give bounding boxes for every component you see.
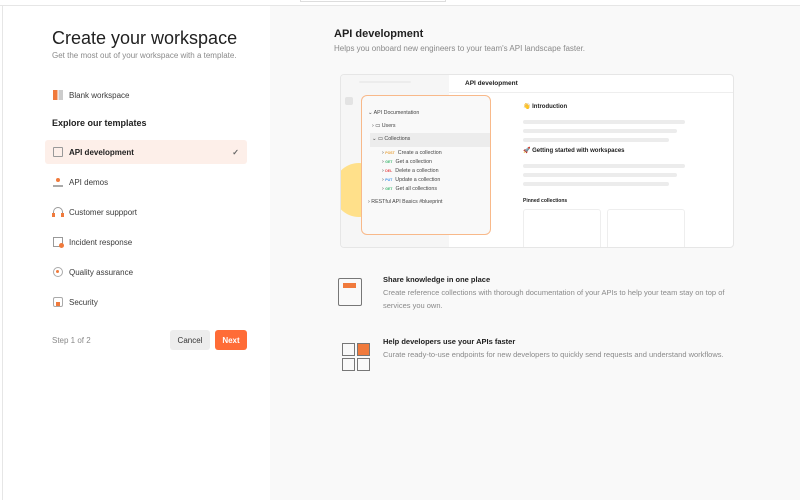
document-icon — [53, 147, 63, 157]
collection-tree: ⌄ API Documentation › ▭ Users ⌄ ▭ Collec… — [361, 95, 491, 235]
template-label: API demos — [69, 177, 109, 187]
template-api-demos[interactable]: API demos — [45, 170, 247, 194]
alert-window-icon — [53, 237, 64, 248]
preview-getting-started-heading: 🚀 Getting started with workspaces — [523, 148, 625, 154]
feature-description: Create reference collections with thorou… — [383, 288, 725, 310]
preview-pinned-heading: Pinned collections — [523, 198, 568, 204]
template-quality-assurance[interactable]: Quality assurance — [45, 260, 247, 284]
template-label: API development — [69, 147, 134, 157]
check-icon: ✓ — [232, 147, 239, 157]
template-security[interactable]: Security — [45, 290, 247, 314]
tree-request: Update a collection — [395, 177, 441, 183]
preview-header: API development — [449, 75, 733, 93]
tree-folder: Collections — [384, 136, 411, 142]
method-tag: PUT — [385, 178, 393, 182]
method-tag: DEL — [385, 169, 393, 173]
pinned-card — [523, 209, 601, 247]
target-icon — [53, 267, 63, 277]
page-subtitle: Get the most out of your workspace with … — [52, 51, 237, 60]
page-title: Create your workspace — [52, 28, 238, 48]
template-label: Incident response — [69, 237, 133, 247]
grid-icon — [53, 90, 63, 100]
template-label: Customer suppport — [69, 207, 138, 217]
template-title: API development — [334, 28, 424, 40]
tree-request: Delete a collection — [395, 168, 439, 174]
tree-request: Get all collections — [395, 186, 437, 192]
tree-collection: RESTful API Basics #blueprint — [371, 199, 443, 205]
book-icon — [338, 278, 362, 306]
feature-title: Share knowledge in one place — [383, 275, 491, 284]
templates-heading: Explore our templates — [52, 118, 147, 128]
method-tag: GET — [385, 187, 393, 191]
method-tag: POST — [385, 151, 395, 155]
blank-workspace-label: Blank workspace — [69, 90, 130, 100]
tree-request: Get a collection — [395, 159, 432, 165]
template-incident-response[interactable]: Incident response — [45, 230, 247, 254]
template-label: Quality assurance — [69, 267, 134, 277]
blank-workspace-option[interactable]: Blank workspace — [45, 83, 247, 107]
pinned-card — [607, 209, 685, 247]
headset-icon — [52, 207, 64, 217]
template-list-panel: Create your workspace Get the most out o… — [2, 6, 270, 500]
template-api-development[interactable]: API development ✓ — [45, 140, 247, 164]
tree-root: API Documentation — [373, 110, 420, 116]
tree-request: Create a collection — [397, 150, 442, 156]
feature-description: Curate ready-to-use endpoints for new de… — [383, 350, 724, 359]
hand-icon — [53, 177, 63, 187]
rocket-grid-icon — [342, 343, 370, 371]
template-subtitle: Helps you onboard new engineers to your … — [334, 44, 586, 53]
lock-icon — [53, 297, 63, 307]
template-customer-support[interactable]: Customer suppport — [45, 200, 247, 224]
method-tag: GET — [385, 160, 393, 164]
template-label: Security — [69, 297, 98, 307]
feature-title: Help developers use your APIs faster — [383, 337, 516, 346]
step-indicator: Step 1 of 2 — [52, 336, 91, 345]
template-preview: API development ⌄ API Documentation › ▭ … — [340, 74, 734, 248]
tree-folder: Users — [381, 123, 396, 129]
template-detail-panel: API development Helps you onboard new en… — [270, 6, 800, 500]
preview-intro-heading: 👋 Introduction — [523, 104, 568, 110]
cancel-button[interactable]: Cancel — [170, 330, 210, 350]
next-button[interactable]: Next — [215, 330, 247, 350]
top-tab — [300, 0, 446, 2]
